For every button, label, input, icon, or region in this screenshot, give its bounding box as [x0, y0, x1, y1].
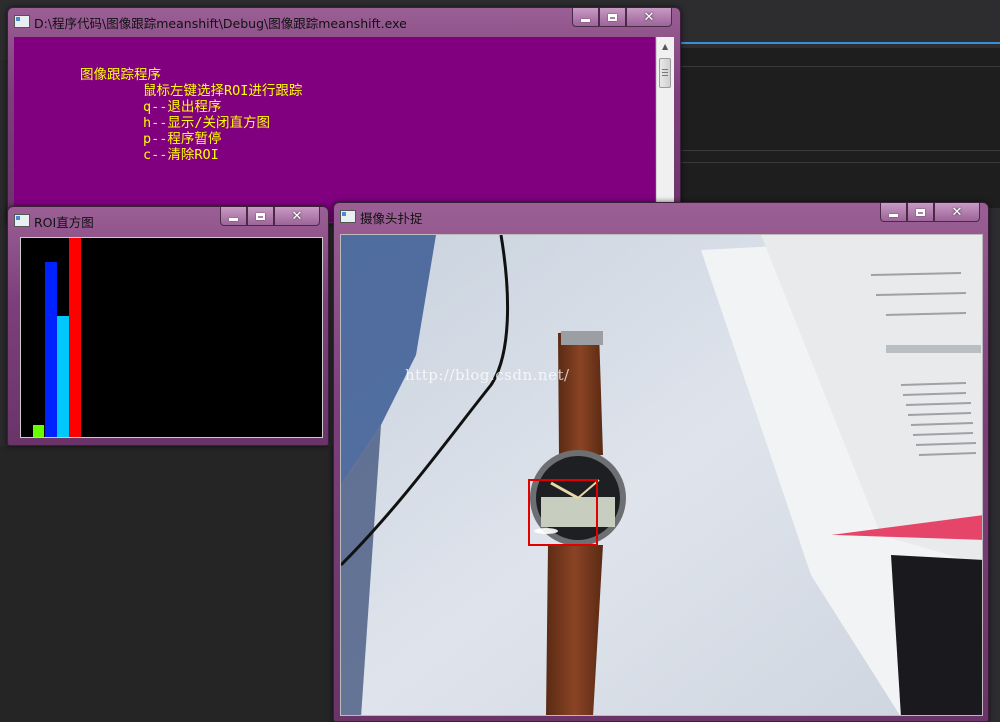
console-line: h--显示/关闭直方图 — [143, 115, 271, 131]
grip-line — [662, 72, 668, 73]
camera-frame[interactable]: http://blog.csdn.net/ — [340, 234, 983, 716]
maximize-icon — [608, 13, 617, 21]
console-line: 图像跟踪程序 — [80, 67, 161, 83]
camera-close-button[interactable]: ✕ — [934, 203, 980, 222]
ide-output-panel — [0, 446, 335, 722]
histogram-bar — [45, 262, 57, 437]
maximize-icon — [256, 212, 265, 220]
console-maximize-button[interactable] — [599, 8, 626, 27]
roi-close-button[interactable]: ✕ — [274, 207, 320, 226]
ide-tab-underline — [680, 42, 1000, 44]
scroll-up-arrow-icon[interactable]: ▲ — [662, 42, 668, 51]
console-line: 鼠标左键选择ROI进行跟踪 — [143, 83, 303, 99]
histogram-canvas — [20, 237, 323, 438]
roi-tracking-box — [528, 479, 598, 546]
grip-line — [662, 75, 668, 76]
minimize-icon — [581, 18, 590, 22]
scrollbar-thumb[interactable] — [659, 58, 671, 88]
minimize-icon — [889, 213, 898, 217]
console-line: p--程序暂停 — [143, 131, 222, 147]
ide-divider — [680, 66, 1000, 67]
roi-title: ROI直方图 — [34, 215, 94, 230]
console-window: D:\程序代码\图像跟踪meanshift\Debug\图像跟踪meanshif… — [7, 7, 681, 224]
console-line: q--退出程序 — [143, 99, 222, 115]
roi-app-icon[interactable] — [14, 214, 30, 227]
maximize-icon — [916, 208, 925, 216]
roi-histogram-window: ROI直方图 ✕ — [7, 206, 329, 446]
ide-divider — [680, 150, 1000, 151]
close-icon: ✕ — [951, 204, 963, 220]
camera-window: 摄像头扑捉 ✕ http://blog.csdn.net/ — [333, 202, 989, 722]
console-app-icon[interactable] — [14, 15, 30, 28]
console-window-controls: ✕ — [572, 8, 672, 28]
minimize-icon — [229, 217, 238, 221]
histogram-bar — [57, 316, 69, 437]
console-minimize-button[interactable] — [572, 8, 599, 27]
roi-maximize-button[interactable] — [247, 207, 274, 226]
camera-scene-image — [341, 235, 982, 715]
console-line: c--清除ROI — [143, 147, 219, 163]
roi-minimize-button[interactable] — [220, 207, 247, 226]
camera-window-controls: ✕ — [880, 203, 980, 223]
ide-divider — [680, 162, 1000, 163]
roi-window-controls: ✕ — [220, 207, 320, 227]
close-icon: ✕ — [643, 9, 655, 25]
ide-editor-area — [680, 48, 1000, 208]
histogram-bar — [33, 425, 44, 437]
histogram-bar — [69, 238, 81, 437]
camera-maximize-button[interactable] — [907, 203, 934, 222]
grip-line — [662, 69, 668, 70]
console-output[interactable]: 图像跟踪程序 鼠标左键选择ROI进行跟踪 q--退出程序 h--显示/关闭直方图… — [14, 37, 655, 222]
console-scrollbar[interactable]: ▲ — [656, 37, 674, 222]
watermark-text: http://blog.csdn.net/ — [405, 366, 570, 384]
camera-title: 摄像头扑捉 — [360, 211, 423, 226]
camera-minimize-button[interactable] — [880, 203, 907, 222]
close-icon: ✕ — [291, 208, 303, 224]
console-title: D:\程序代码\图像跟踪meanshift\Debug\图像跟踪meanshif… — [34, 16, 407, 31]
camera-app-icon[interactable] — [340, 210, 356, 223]
console-close-button[interactable]: ✕ — [626, 8, 672, 27]
